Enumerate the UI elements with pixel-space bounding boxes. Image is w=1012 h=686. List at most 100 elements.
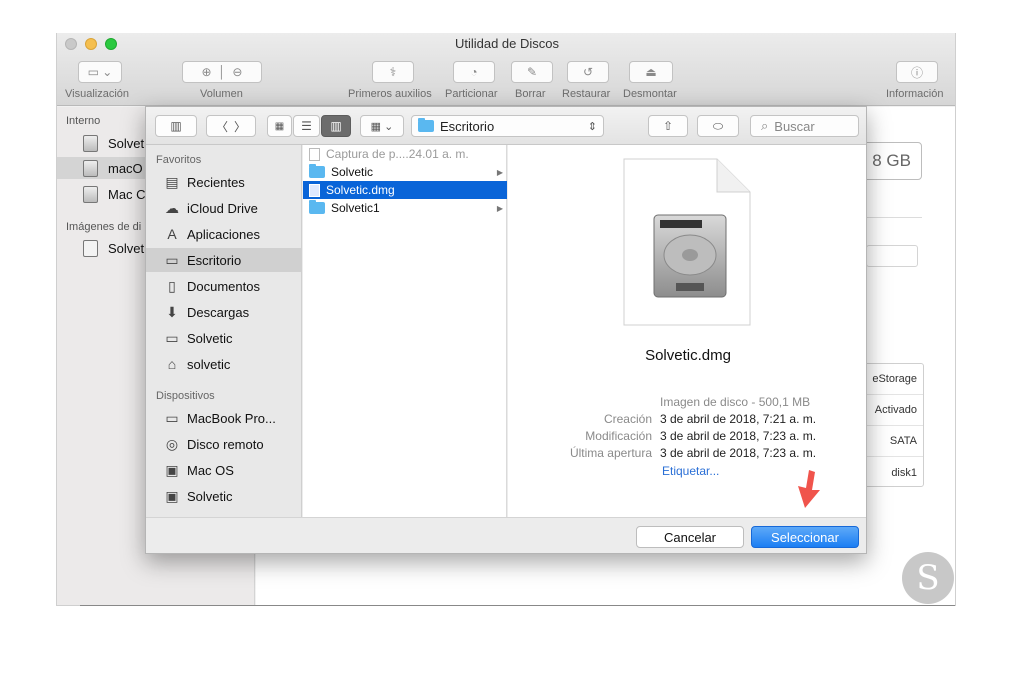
usage-bar bbox=[866, 245, 918, 267]
folder-icon bbox=[418, 118, 434, 132]
info-button[interactable]: ⓘ bbox=[896, 61, 938, 83]
laptop-icon: ▭ bbox=[165, 409, 179, 426]
disk-icon bbox=[83, 186, 98, 203]
file-name: Captura de p....24.01 a. m. bbox=[326, 147, 469, 161]
sidebar-item-documentos[interactable]: ▯ Documentos bbox=[146, 274, 301, 298]
meta-created-value: 3 de abril de 2018, 7:21 a. m. bbox=[660, 412, 817, 426]
file-column: Captura de p....24.01 a. m. Solvetic ▶ Solv… bbox=[303, 145, 507, 517]
add-volume-icon: ⊕ │ ⊖ bbox=[201, 65, 243, 79]
sidebar-item-escritorio[interactable]: ▭ Escritorio bbox=[146, 248, 301, 272]
file-row[interactable]: Captura de p....24.01 a. m. bbox=[303, 145, 507, 163]
search-placeholder: Buscar bbox=[774, 118, 815, 134]
first-aid-button[interactable]: ⚕ bbox=[372, 61, 414, 83]
column-view-button[interactable]: ▥ bbox=[321, 115, 351, 137]
file-name: Solvetic bbox=[331, 165, 374, 179]
file-row[interactable]: Solvetic.dmg bbox=[303, 181, 507, 199]
unmount-button[interactable]: ⏏ bbox=[629, 61, 673, 83]
erase-label: Borrar bbox=[515, 88, 546, 100]
folder-icon: ▭ bbox=[165, 329, 179, 346]
icon-view-button[interactable]: ▦ bbox=[267, 115, 292, 137]
meta-modified-value: 3 de abril de 2018, 7:23 a. m. bbox=[660, 429, 817, 443]
sidebar-item-icloud-drive[interactable]: ☁ iCloud Drive bbox=[146, 196, 301, 220]
cancel-button[interactable]: Cancelar bbox=[636, 526, 744, 548]
chevron-right-icon[interactable]: 〉 bbox=[234, 118, 246, 135]
sidebar-item-label: Escritorio bbox=[187, 252, 242, 268]
toggle-sidebar-button[interactable]: ▥ bbox=[155, 115, 197, 137]
info-icon: ⓘ bbox=[910, 65, 923, 80]
sidebar-disk-item[interactable]: Solvet bbox=[83, 135, 144, 152]
sidebar-item-label: Disco remoto bbox=[187, 436, 264, 452]
select-button[interactable]: Seleccionar bbox=[751, 526, 859, 548]
sidebar-item-descargas[interactable]: ⬇ Descargas bbox=[146, 300, 301, 324]
internal-header: Interno bbox=[66, 115, 101, 127]
disk-image-icon bbox=[83, 240, 98, 257]
location-label: Escritorio bbox=[440, 118, 495, 134]
sidebar-disk-item[interactable]: Mac C bbox=[83, 186, 146, 203]
sheet-toolbar: ▥ 〈 〉 ▦ ☰ ▥ ▦ ⌄ Escritorio ⇕ ⇧ ⬭ ⌕ Busca… bbox=[146, 107, 866, 145]
sidebar-view-icon: ▭ ⌄ bbox=[87, 65, 113, 79]
view-button[interactable]: ▭ ⌄ bbox=[78, 61, 122, 83]
chevron-left-icon[interactable]: 〈 bbox=[216, 118, 228, 135]
meta-kind-row: Imagen de disco - 500,1 MB bbox=[508, 395, 866, 412]
info-cell: SATA bbox=[861, 426, 923, 457]
sidebar-item-solvetic[interactable]: ⌂ solvetic bbox=[146, 352, 301, 376]
sidebar-item-mac-os[interactable]: ▣ Mac OS bbox=[146, 458, 301, 482]
arrange-button[interactable]: ▦ ⌄ bbox=[360, 115, 404, 137]
sheet-sidebar: Favoritos ▤ Recientes ☁ iCloud Drive A Aplica… bbox=[146, 145, 302, 517]
restore-button[interactable]: ↺ bbox=[567, 61, 609, 83]
sidebar-toggle-icon: ▥ bbox=[170, 119, 182, 133]
meta-opened-key: Última apertura bbox=[569, 446, 652, 460]
downloads-icon: ⬇ bbox=[166, 303, 178, 320]
sidebar-item-recientes[interactable]: ▤ Recientes bbox=[146, 170, 301, 194]
folder-icon bbox=[309, 200, 325, 214]
restore-icon: ↺ bbox=[582, 65, 594, 79]
columns-icon: ▥ bbox=[330, 119, 342, 133]
sidebar-item-label: MacBook Pro... bbox=[187, 410, 276, 426]
sidebar-image-item[interactable]: Solvet bbox=[83, 240, 144, 257]
location-popup[interactable]: Escritorio ⇕ bbox=[411, 115, 604, 137]
sidebar-item-solvetic[interactable]: ▣ Solvetic bbox=[146, 484, 301, 508]
sidebar-item-solvetic[interactable]: ▭ Solvetic bbox=[146, 326, 301, 350]
preview-pane: Solvetic.dmg Imagen de disco - 500,1 MB … bbox=[508, 145, 866, 517]
sidebar-item-disco-remoto[interactable]: ◎ Disco remoto bbox=[146, 432, 301, 456]
watermark-logo-icon: S bbox=[902, 552, 954, 604]
file-row[interactable]: Solvetic ▶ bbox=[303, 163, 507, 181]
share-button[interactable]: ⇧ bbox=[648, 115, 688, 137]
volume-button[interactable]: ⊕ │ ⊖ bbox=[182, 61, 262, 83]
file-name: Solvetic.dmg bbox=[326, 183, 395, 197]
erase-button[interactable]: ✎ bbox=[511, 61, 553, 83]
sidebar-item-label: Recientes bbox=[187, 174, 245, 190]
back-forward-buttons[interactable]: 〈 〉 bbox=[206, 115, 256, 137]
images-header: Imágenes de di bbox=[66, 221, 142, 233]
partition-button[interactable]: ◔ bbox=[453, 61, 495, 83]
disclosure-arrow-icon: ▶ bbox=[496, 203, 503, 213]
list-view-button[interactable]: ☰ bbox=[293, 115, 320, 137]
first-aid-label: Primeros auxilios bbox=[348, 88, 432, 100]
sidebar-item-aplicaciones[interactable]: A Aplicaciones bbox=[146, 222, 301, 246]
sidebar-item-label: Aplicaciones bbox=[187, 226, 260, 242]
divider bbox=[80, 605, 955, 606]
tag-button[interactable]: ⬭ bbox=[697, 115, 739, 137]
file-name: Solvetic1 bbox=[331, 201, 380, 215]
sidebar-item-label: Solvetic bbox=[187, 330, 233, 346]
grid-icon: ▦ bbox=[274, 120, 285, 132]
search-field[interactable]: ⌕ Buscar bbox=[750, 115, 859, 137]
meta-modified-key: Modificación bbox=[585, 429, 652, 443]
info-table: eStorage Activado SATA disk1 bbox=[860, 363, 924, 487]
window-title: Utilidad de Discos bbox=[454, 36, 560, 51]
sidebar-item-macbook-pro[interactable]: ▭ MacBook Pro... bbox=[146, 406, 301, 430]
restore-label: Restaurar bbox=[562, 88, 611, 100]
disk-icon bbox=[83, 160, 98, 177]
add-tags-link[interactable]: Etiquetar... bbox=[662, 464, 719, 478]
partition-icon: ◔ bbox=[470, 65, 478, 79]
view-label: Visualización bbox=[65, 88, 130, 100]
cloud-icon: ☁ bbox=[165, 199, 179, 216]
file-row[interactable]: Solvetic1 ▶ bbox=[303, 199, 507, 217]
info-cell: eStorage bbox=[861, 364, 923, 395]
sidebar-disk-item[interactable]: macO bbox=[83, 160, 143, 177]
sidebar-disk-label: Mac C bbox=[108, 187, 146, 202]
meta-opened-row: Última apertura 3 de abril de 2018, 7:23… bbox=[508, 446, 866, 463]
sidebar-image-label: Solvet bbox=[108, 241, 145, 256]
disk-icon bbox=[83, 135, 98, 152]
window-toolbar: Utilidad de Discos ▭ ⌄ Visualización ⊕ │… bbox=[57, 33, 955, 106]
